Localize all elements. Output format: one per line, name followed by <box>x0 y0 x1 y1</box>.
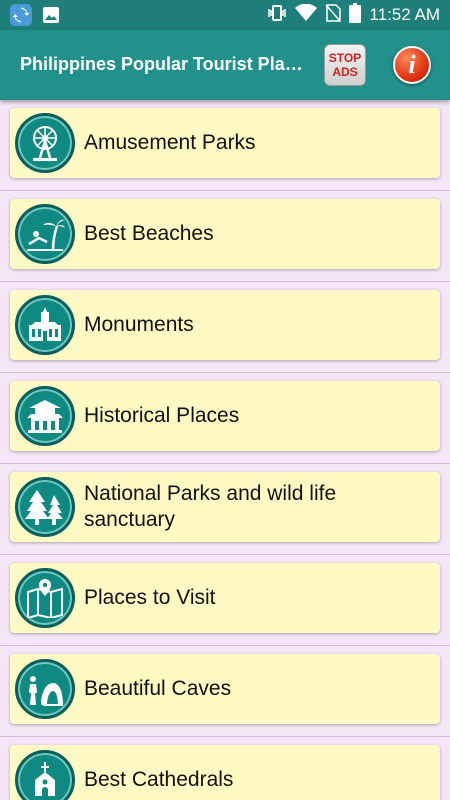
ferris-wheel-icon <box>15 113 75 173</box>
category-label: Places to Visit <box>84 586 216 609</box>
list-item: National Parks and wild life sanctuary <box>0 464 450 555</box>
category-card-best-cathedrals[interactable]: Best Cathedrals <box>10 745 440 800</box>
list-item: Amusement Parks <box>0 100 450 191</box>
category-label: Amusement Parks <box>84 131 256 154</box>
cathedral-icon <box>15 750 75 800</box>
category-label: Monuments <box>84 313 194 336</box>
image-icon <box>40 4 62 26</box>
battery-icon <box>349 2 362 28</box>
category-card-best-beaches[interactable]: Best Beaches <box>10 199 440 269</box>
list-item: Historical Places <box>0 373 450 464</box>
list-item: Places to Visit <box>0 555 450 646</box>
stop-ads-button[interactable]: STOP ADS <box>324 44 366 86</box>
list-item: Beautiful Caves <box>0 646 450 737</box>
category-label: Historical Places <box>84 404 240 427</box>
category-card-amusement-parks[interactable]: Amusement Parks <box>10 108 440 178</box>
beach-icon <box>15 204 75 264</box>
category-card-places-to-visit[interactable]: Places to Visit <box>10 563 440 633</box>
trees-icon <box>15 477 75 537</box>
category-label: Best Cathedrals <box>84 768 234 791</box>
category-card-monuments[interactable]: Monuments <box>10 290 440 360</box>
category-list: Amusement Parks Best Beaches Monuments H… <box>0 100 450 800</box>
info-button[interactable]: i <box>393 46 431 84</box>
no-sim-icon <box>325 3 342 27</box>
category-card-historical-places[interactable]: Historical Places <box>10 381 440 451</box>
pagoda-icon <box>15 386 75 446</box>
cave-icon <box>15 659 75 719</box>
list-item: Best Beaches <box>0 191 450 282</box>
info-icon: i <box>408 50 416 79</box>
category-label: Beautiful Caves <box>84 677 232 700</box>
sync-app-icon <box>10 4 32 26</box>
category-label: National Parks and wild life sanctuary <box>84 482 337 531</box>
vibrate-icon <box>267 4 287 27</box>
monument-icon <box>15 295 75 355</box>
wifi-icon <box>295 3 318 27</box>
stop-ads-line1: STOP <box>328 51 362 65</box>
status-bar: 11:52 AM <box>0 0 450 30</box>
category-card-national-parks[interactable]: National Parks and wild life sanctuary <box>10 472 440 542</box>
stop-ads-line2: ADS <box>332 65 358 79</box>
clock: 11:52 AM <box>369 5 440 24</box>
app-bar: Philippines Popular Tourist Places STOP … <box>0 30 450 100</box>
app-title: Philippines Popular Tourist Places <box>20 54 305 74</box>
category-label: Best Beaches <box>84 222 214 245</box>
map-pin-icon <box>15 568 75 628</box>
category-card-beautiful-caves[interactable]: Beautiful Caves <box>10 654 440 724</box>
list-item: Best Cathedrals <box>0 737 450 800</box>
list-item: Monuments <box>0 282 450 373</box>
